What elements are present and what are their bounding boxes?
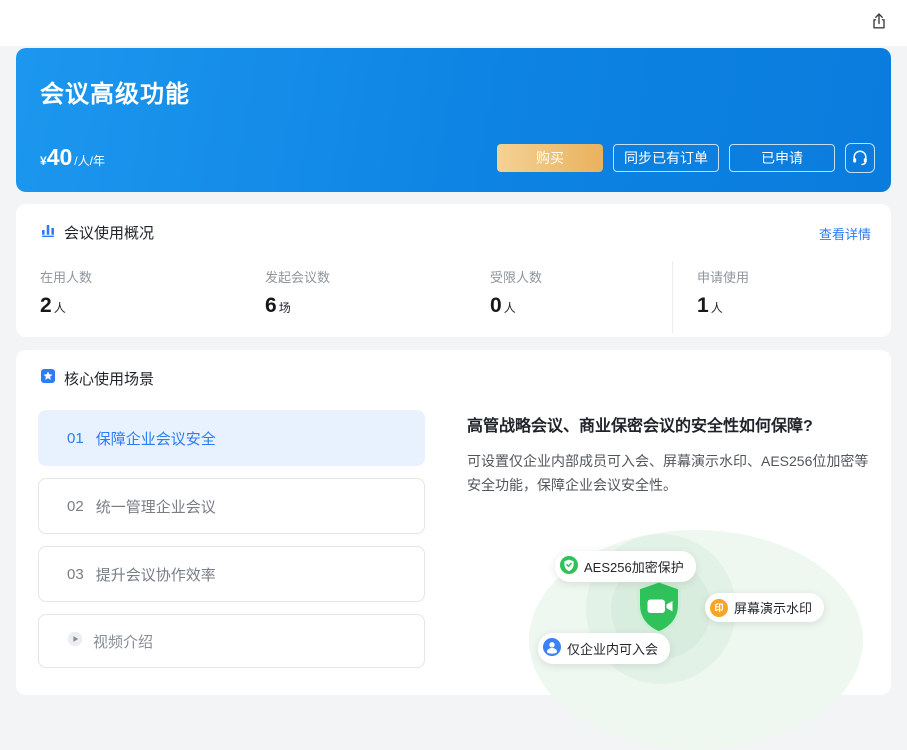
stamp-icon: 印 bbox=[710, 599, 728, 617]
badge-watermark: 印 屏幕演示水印 bbox=[705, 593, 824, 622]
stat-value: 1 bbox=[697, 295, 709, 316]
scenario-index: 02 bbox=[67, 498, 84, 515]
scenario-item-efficiency[interactable]: 03 提升会议协作效率 bbox=[38, 546, 425, 602]
badge-aes256: AES256加密保护 bbox=[555, 551, 696, 582]
badge-label: AES256加密保护 bbox=[584, 557, 684, 576]
stat-unit: 人 bbox=[504, 299, 516, 316]
bar-chart-icon bbox=[40, 222, 56, 243]
price-unit: /人/年 bbox=[74, 152, 105, 169]
stat-label: 在用人数 bbox=[40, 267, 92, 286]
stat-unit: 人 bbox=[711, 299, 723, 316]
scenario-label: 提升会议协作效率 bbox=[96, 564, 216, 585]
stat-unit: 人 bbox=[54, 299, 66, 316]
price: ¥40/人/年 bbox=[40, 146, 105, 169]
applied-button[interactable]: 已申请 bbox=[729, 144, 835, 172]
security-illustration: AES256加密保护 印 屏幕演示水印 仅企业内可入会 bbox=[521, 528, 875, 698]
scenario-detail: 高管战略会议、商业保密会议的安全性如何保障? 可设置仅企业内部成员可入会、屏幕演… bbox=[467, 412, 871, 497]
scenario-index: 03 bbox=[67, 566, 84, 583]
scenarios-card-header: 核心使用场景 bbox=[40, 368, 154, 389]
play-icon bbox=[67, 631, 83, 651]
price-amount: 40 bbox=[47, 146, 73, 169]
buy-button[interactable]: 购买 bbox=[497, 144, 603, 172]
view-details-link[interactable]: 查看详情 bbox=[819, 224, 871, 243]
scenario-item-management[interactable]: 02 统一管理企业会议 bbox=[38, 478, 425, 534]
video-intro-label: 视频介绍 bbox=[93, 631, 153, 652]
stat-value: 0 bbox=[490, 295, 502, 316]
bookmark-star-icon bbox=[40, 368, 56, 389]
banner-actions: 购买 同步已有订单 已申请 bbox=[497, 143, 875, 173]
share-button[interactable] bbox=[867, 10, 891, 34]
headset-icon bbox=[851, 148, 869, 169]
video-intro-item[interactable]: 视频介绍 bbox=[38, 614, 425, 668]
usage-card-title: 会议使用概况 bbox=[64, 222, 154, 243]
stat-restricted-users: 受限人数 0人 bbox=[490, 267, 542, 316]
shield-camera-icon bbox=[635, 579, 683, 640]
support-button[interactable] bbox=[845, 143, 875, 173]
sync-orders-button[interactable]: 同步已有订单 bbox=[613, 144, 719, 172]
stat-unit: 场 bbox=[279, 299, 291, 316]
shield-check-icon bbox=[560, 556, 578, 577]
stat-active-users: 在用人数 2人 bbox=[40, 267, 92, 316]
scenario-item-security[interactable]: 01 保障企业会议安全 bbox=[38, 410, 425, 466]
usage-card-header: 会议使用概况 bbox=[40, 222, 154, 243]
usage-overview-card: 会议使用概况 查看详情 在用人数 2人 发起会议数 6场 受限人数 0人 申请使… bbox=[16, 204, 891, 337]
scenario-list: 01 保障企业会议安全 02 统一管理企业会议 03 提升会议协作效率 视频介绍 bbox=[38, 410, 425, 680]
stats-divider bbox=[672, 261, 673, 333]
badge-label: 仅企业内可入会 bbox=[567, 639, 658, 658]
scenario-label: 保障企业会议安全 bbox=[96, 428, 216, 449]
stat-label: 申请使用 bbox=[697, 267, 749, 286]
page-title: 会议高级功能 bbox=[40, 74, 190, 109]
share-icon bbox=[869, 11, 889, 34]
stat-meetings-started: 发起会议数 6场 bbox=[265, 267, 330, 316]
stat-value: 6 bbox=[265, 295, 277, 316]
stat-apply-usage: 申请使用 1人 bbox=[697, 267, 749, 316]
scenarios-card-title: 核心使用场景 bbox=[64, 368, 154, 389]
stat-label: 受限人数 bbox=[490, 267, 542, 286]
price-currency: ¥ bbox=[40, 154, 47, 168]
scenario-description: 可设置仅企业内部成员可入会、屏幕演示水印、AES256位加密等安全功能，保障企业… bbox=[467, 449, 871, 497]
badge-internal-only: 仅企业内可入会 bbox=[538, 633, 670, 664]
top-bar bbox=[0, 0, 907, 46]
product-banner: 会议高级功能 ¥40/人/年 购买 同步已有订单 已申请 bbox=[16, 48, 891, 192]
stat-label: 发起会议数 bbox=[265, 267, 330, 286]
scenario-label: 统一管理企业会议 bbox=[96, 496, 216, 517]
person-icon bbox=[543, 638, 561, 659]
core-scenarios-card: 核心使用场景 01 保障企业会议安全 02 统一管理企业会议 03 提升会议协作… bbox=[16, 350, 891, 695]
scenario-index: 01 bbox=[67, 430, 84, 447]
scenario-heading: 高管战略会议、商业保密会议的安全性如何保障? bbox=[467, 412, 871, 436]
stat-value: 2 bbox=[40, 295, 52, 316]
badge-label: 屏幕演示水印 bbox=[734, 598, 812, 617]
